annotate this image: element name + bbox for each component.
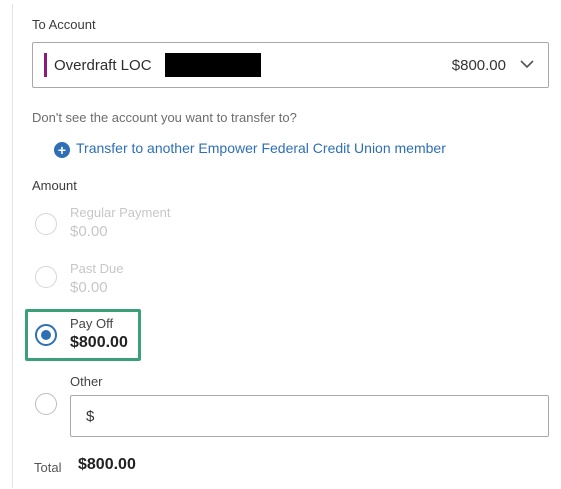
amount-label: Amount [32, 178, 77, 193]
radio-past-due[interactable] [35, 266, 57, 288]
radio-other[interactable] [35, 393, 57, 415]
redacted-account-number [165, 53, 261, 77]
transfer-to-member-link[interactable]: + Transfer to another Empower Federal Cre… [54, 140, 446, 158]
total-label: Total [34, 460, 62, 475]
to-account-label: To Account [32, 17, 96, 32]
selected-account-balance: $800.00 [451, 57, 506, 74]
option-pay-off-value: $800.00 [70, 334, 128, 351]
radio-regular-payment[interactable] [35, 213, 57, 235]
other-amount-input[interactable] [70, 395, 549, 437]
option-pay-off-title: Pay Off [70, 316, 114, 331]
option-past-due-title: Past Due [70, 261, 124, 276]
option-regular-payment-title: Regular Payment [70, 205, 171, 220]
radio-pay-off[interactable] [35, 324, 57, 346]
option-regular-payment-value: $0.00 [70, 223, 108, 240]
helper-text: Don't see the account you want to transf… [32, 110, 297, 125]
option-other-title: Other [70, 374, 103, 389]
option-past-due-value: $0.00 [70, 279, 108, 296]
transfer-link-label: Transfer to another Empower Federal Cred… [76, 140, 446, 156]
plus-circle-icon: + [54, 142, 70, 158]
chevron-down-icon [520, 60, 534, 69]
account-color-marker [44, 53, 47, 77]
to-account-select[interactable]: Overdraft LOC $800.00 [32, 42, 549, 88]
total-value: $800.00 [78, 456, 136, 473]
selected-account-name: Overdraft LOC [54, 57, 152, 74]
radio-selected-dot [41, 330, 51, 340]
